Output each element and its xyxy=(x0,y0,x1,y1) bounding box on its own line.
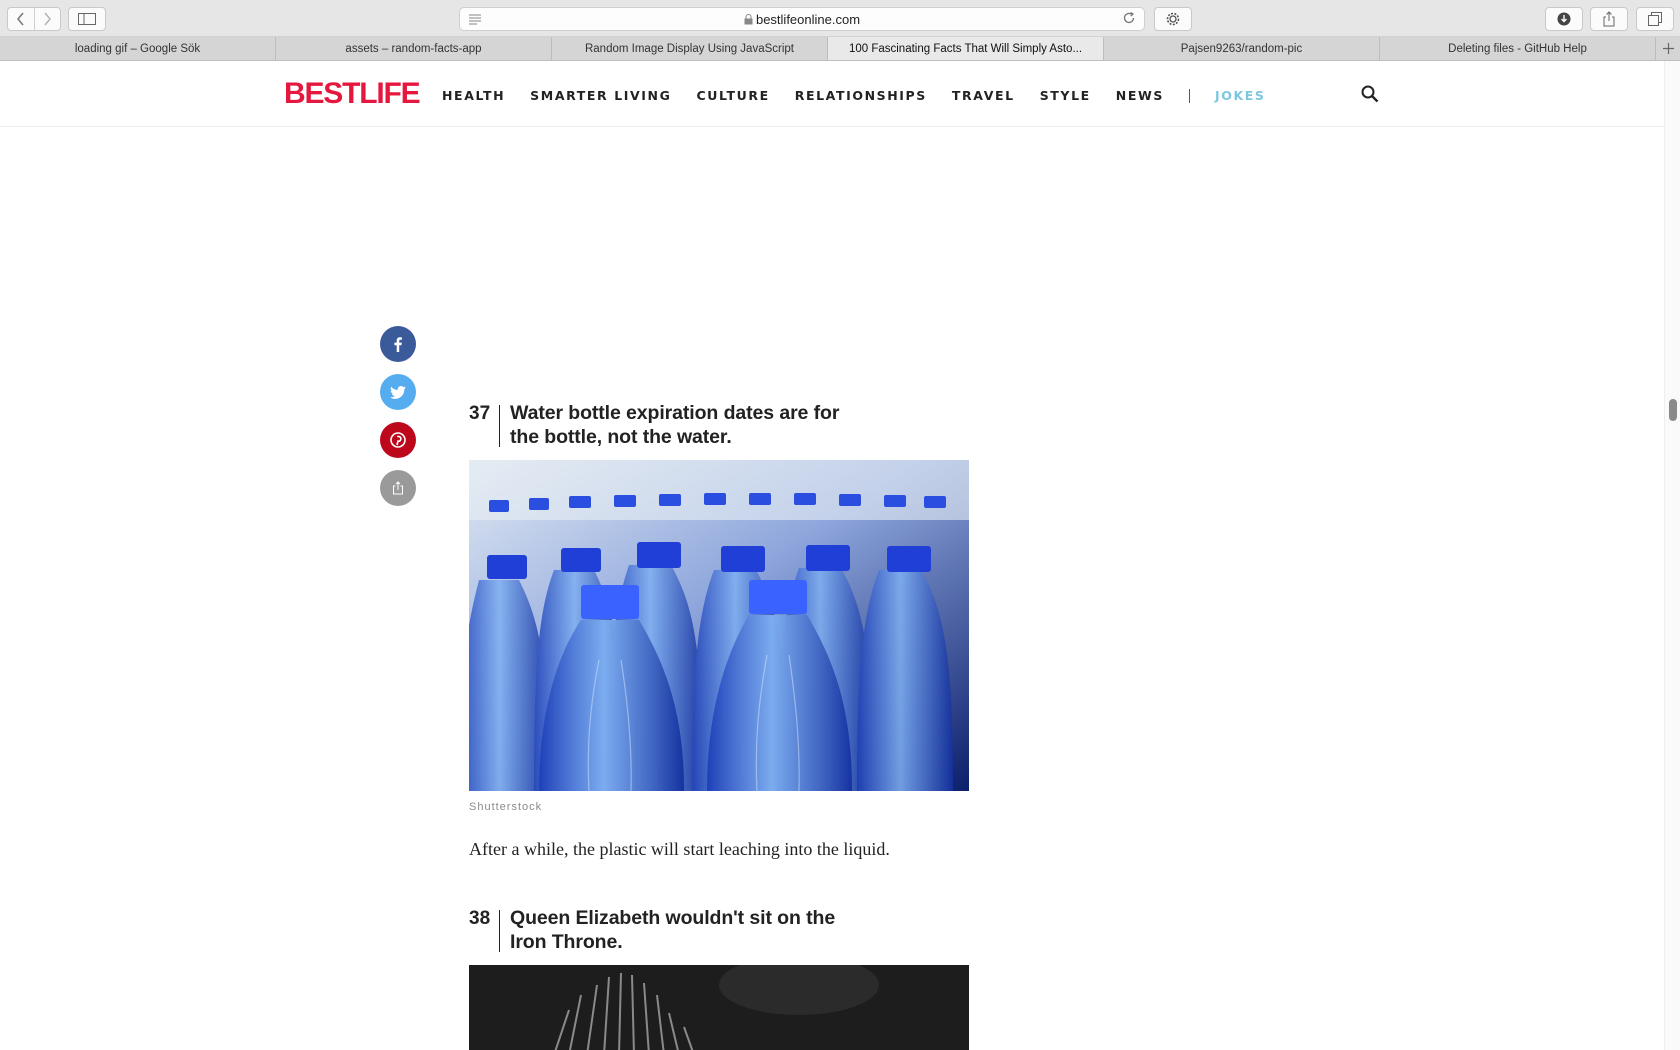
tab-title: Random Image Display Using JavaScript xyxy=(584,42,794,55)
nav-relationships[interactable]: RELATIONSHIPS xyxy=(795,88,927,103)
download-icon xyxy=(1557,12,1571,26)
pinterest-share-button[interactable] xyxy=(380,422,416,458)
forward-button[interactable] xyxy=(33,8,60,30)
water-bottles-photo xyxy=(469,460,969,791)
fact-title: Water bottle expiration dates are for th… xyxy=(510,402,840,448)
address-bar[interactable]: bestlifeonline.com xyxy=(459,7,1145,31)
nav-style[interactable]: STYLE xyxy=(1040,88,1091,103)
show-tabs-button[interactable] xyxy=(1636,7,1674,31)
share-generic-icon xyxy=(393,481,403,495)
site-header: BESTLIFE HEALTH SMARTER LIVING CULTURE R… xyxy=(0,61,1664,127)
extension-button[interactable] xyxy=(1154,7,1192,31)
bestlife-logo[interactable]: BESTLIFE xyxy=(284,77,421,111)
sidebar-icon xyxy=(78,13,96,25)
back-button[interactable] xyxy=(8,8,34,30)
twitter-share-button[interactable] xyxy=(380,374,416,410)
nav-health[interactable]: HEALTH xyxy=(442,88,505,103)
url-text: bestlifeonline.com xyxy=(755,12,861,27)
fact-number: 37 xyxy=(469,403,491,424)
share-rail xyxy=(380,326,416,518)
image-credit: Shutterstock xyxy=(469,801,543,813)
logo-life: LIFE xyxy=(359,77,420,110)
fact-number: 38 xyxy=(469,908,491,929)
downloads-button[interactable] xyxy=(1545,7,1583,31)
browser-tab[interactable]: Deleting files - GitHub Help xyxy=(1380,37,1656,60)
generic-share-button[interactable] xyxy=(380,470,416,506)
new-tab-icon xyxy=(1662,43,1674,54)
nav-culture[interactable]: CULTURE xyxy=(696,88,769,103)
reload-icon[interactable] xyxy=(1122,11,1136,25)
nav-divider xyxy=(1188,88,1190,103)
browser-tab-active[interactable]: 100 Fascinating Facts That Will Simply A… xyxy=(828,37,1104,60)
share-icon xyxy=(1603,11,1615,27)
tab-title: 100 Fascinating Facts That Will Simply A… xyxy=(848,42,1083,55)
lock-icon xyxy=(744,14,753,25)
back-icon xyxy=(16,12,24,26)
facebook-icon xyxy=(394,336,402,352)
nav-travel[interactable]: TRAVEL xyxy=(952,88,1015,103)
browser-tab[interactable]: loading gif – Google Sök xyxy=(0,37,276,60)
url-display: bestlifeonline.com xyxy=(460,12,1144,27)
fact-heading: 37 Water bottle expiration dates are for… xyxy=(469,401,969,449)
fact-item: 37 Water bottle expiration dates are for… xyxy=(469,401,969,860)
tabs-icon xyxy=(1648,12,1662,26)
tab-title: Pajsen9263/random-pic xyxy=(1180,42,1303,55)
share-button[interactable] xyxy=(1590,7,1628,31)
tab-title: loading gif – Google Sök xyxy=(74,42,201,55)
nav-smarter-living[interactable]: SMARTER LIVING xyxy=(530,88,671,103)
tab-bar: loading gif – Google Sök assets – random… xyxy=(0,37,1680,61)
fact-item: 38 Queen Elizabeth wouldn't sit on the I… xyxy=(469,906,969,1050)
browser-toolbar: bestlifeonline.com xyxy=(0,0,1680,37)
sidebar-toggle-button[interactable] xyxy=(68,7,106,31)
twitter-icon xyxy=(390,385,406,399)
page-scrollbar[interactable] xyxy=(1664,61,1680,1050)
main-nav: HEALTH SMARTER LIVING CULTURE RELATIONSH… xyxy=(442,88,1291,103)
fact-heading: 38 Queen Elizabeth wouldn't sit on the I… xyxy=(469,906,969,954)
fact-divider xyxy=(499,910,500,952)
fact-title: Queen Elizabeth wouldn't sit on the Iron… xyxy=(510,907,836,953)
browser-tab[interactable]: Pajsen9263/random-pic xyxy=(1104,37,1380,60)
fact-body: After a while, the plastic will start le… xyxy=(469,839,890,859)
search-icon[interactable] xyxy=(1361,85,1379,103)
history-nav-group xyxy=(7,7,61,31)
gear-icon xyxy=(1166,12,1180,26)
iron-throne-photo xyxy=(469,965,969,1050)
forward-icon xyxy=(44,12,52,26)
iron-throne-image xyxy=(469,965,969,1050)
tab-title: Deleting files - GitHub Help xyxy=(1448,42,1587,55)
water-bottles-image xyxy=(469,460,969,791)
nav-jokes[interactable]: JOKES xyxy=(1215,88,1266,103)
browser-tab[interactable]: Random Image Display Using JavaScript xyxy=(552,37,828,60)
tab-title: assets – random-facts-app xyxy=(345,42,482,55)
browser-tab[interactable]: assets – random-facts-app xyxy=(276,37,552,60)
nav-news[interactable]: NEWS xyxy=(1116,88,1164,103)
facebook-share-button[interactable] xyxy=(380,326,416,362)
new-tab-button[interactable] xyxy=(1656,37,1680,60)
fact-divider xyxy=(499,405,500,447)
logo-best: BEST xyxy=(284,77,360,110)
pinterest-icon xyxy=(390,432,406,448)
scrollbar-thumb[interactable] xyxy=(1669,399,1677,421)
